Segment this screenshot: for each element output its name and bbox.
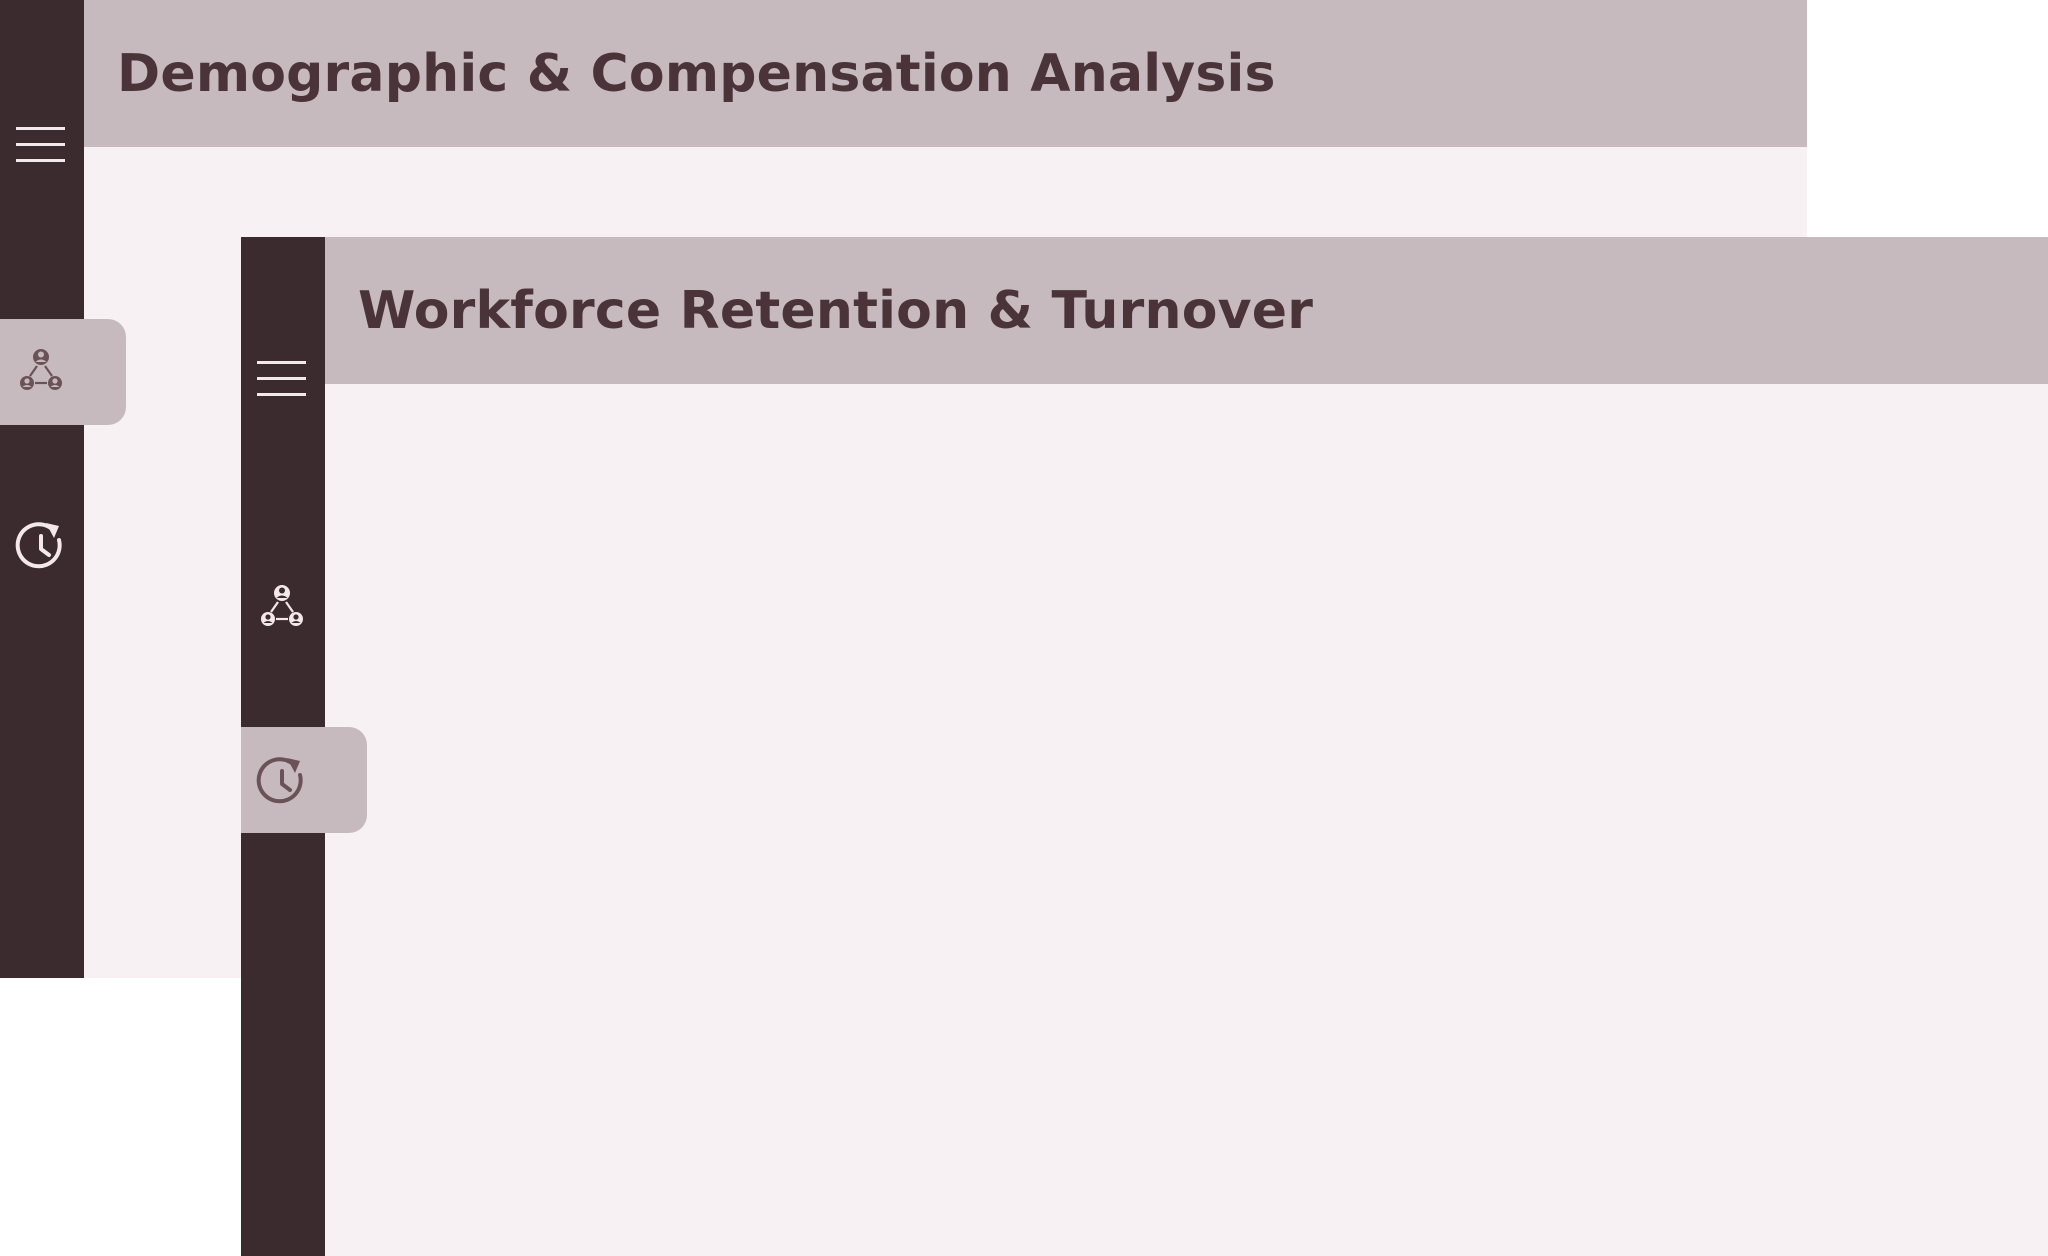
org-hierarchy-icon — [261, 585, 303, 626]
page-title: Demographic & Compensation Analysis — [117, 44, 1276, 104]
hamburger-menu-icon[interactable] — [257, 358, 307, 402]
hamburger-menu-icon[interactable] — [16, 124, 66, 168]
nav-item-org-hierarchy[interactable] — [241, 555, 325, 661]
report-window-retention: Workforce Retention & Turnover — [241, 237, 2048, 1256]
side-nav-rail — [0, 0, 84, 978]
nav-item-history[interactable] — [0, 492, 84, 598]
page-header: Workforce Retention & Turnover — [325, 237, 2048, 384]
history-clock-icon — [15, 522, 62, 569]
page-header: Demographic & Compensation Analysis — [84, 0, 1807, 147]
page-title: Workforce Retention & Turnover — [358, 281, 1314, 341]
history-clock-icon — [256, 757, 303, 804]
nav-item-org-hierarchy[interactable] — [0, 319, 126, 425]
nav-item-history[interactable] — [241, 727, 367, 833]
org-hierarchy-icon — [20, 349, 62, 390]
